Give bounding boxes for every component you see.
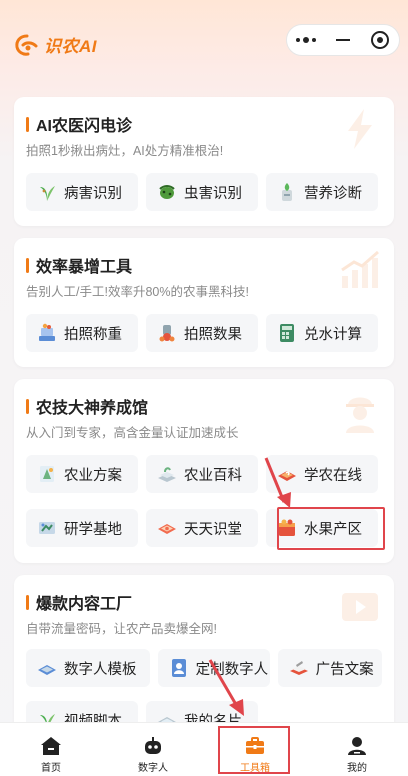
- tool-study-base[interactable]: 研学基地: [26, 509, 138, 547]
- section-subtitle: 自带流量密码，让农产品卖爆全网!: [26, 622, 217, 636]
- tab-mine[interactable]: 我的: [306, 723, 408, 776]
- tool-ad-copy[interactable]: 广告文案: [277, 649, 382, 687]
- tool-pest-recognition[interactable]: 虫害识别: [146, 173, 258, 211]
- section-subtitle: 告别人工/手工!效率升80%的农事黑科技!: [26, 285, 249, 299]
- tool-disease-recognition[interactable]: 病害识别: [26, 173, 138, 211]
- bottom-tab-bar: 首页 数字人 工具箱 我的: [0, 722, 408, 776]
- tool-custom-avatar[interactable]: 定制数字人: [157, 649, 270, 687]
- tab-toolbox[interactable]: 工具箱: [204, 723, 306, 776]
- section-title: AI农医闪电诊: [26, 113, 382, 135]
- daily-class-icon: [158, 524, 176, 534]
- lightning-icon: [348, 109, 372, 149]
- encyclopedia-icon: [158, 467, 176, 482]
- toolbox-tab-highlight-box: [218, 726, 290, 774]
- section-title: 爆款内容工厂: [26, 591, 382, 613]
- video-play-icon: [342, 593, 378, 621]
- study-base-icon: [39, 522, 55, 534]
- brand-name: 识农AI: [44, 37, 97, 56]
- tool-photo-weighing[interactable]: 拍照称重: [26, 314, 138, 352]
- section-ai-diagnosis: AI农医闪电诊 拍照1秒揪出病灶，AI处方精准根治! 病害识别 虫害识别 营养诊…: [14, 97, 394, 226]
- close-button[interactable]: [365, 27, 395, 53]
- tool-photo-fruit-count[interactable]: 拍照数果: [146, 314, 258, 352]
- template-icon: [38, 665, 56, 675]
- bug-icon: [159, 185, 175, 199]
- tool-daily-class[interactable]: 天天识堂: [146, 509, 258, 547]
- leaf-disease-icon: [40, 186, 55, 201]
- more-button[interactable]: [291, 27, 321, 53]
- ad-copy-icon: [289, 661, 308, 675]
- worker-icon: [346, 397, 374, 433]
- growth-chart-icon: [341, 250, 379, 288]
- scale-icon: [39, 323, 55, 341]
- minus-icon: [335, 38, 350, 42]
- target-icon: [371, 31, 390, 49]
- tool-nutrition-diagnosis[interactable]: 营养诊断: [266, 173, 378, 211]
- online-learning-icon: [278, 471, 296, 481]
- miniprogram-capsule: [286, 24, 400, 56]
- top-bar: 识农AI: [0, 0, 408, 88]
- nutrition-icon: [282, 183, 292, 201]
- section-efficiency-tools: 效率暴增工具 告别人工/手工!效率升80%的农事黑科技! 拍照称重 拍照数果 兑…: [14, 238, 394, 367]
- logo-mark-icon: [15, 34, 38, 56]
- tab-home[interactable]: 首页: [0, 723, 102, 776]
- section-subtitle: 拍照1秒揪出病灶，AI处方精准根治!: [26, 144, 224, 158]
- tool-online-learning[interactable]: 学农在线: [266, 455, 378, 493]
- custom-avatar-icon: [171, 659, 186, 677]
- tool-avatar-template[interactable]: 数字人模板: [26, 649, 150, 687]
- robot-icon: [145, 737, 161, 754]
- more-dots-icon: [295, 37, 316, 43]
- plan-icon: [40, 466, 54, 482]
- section-title: 效率暴增工具: [26, 254, 382, 276]
- calculator-icon: [280, 324, 294, 342]
- app-logo: 识农AI: [14, 32, 97, 57]
- section-title: 农技大神养成馆: [26, 395, 382, 417]
- profile-icon: [348, 737, 366, 755]
- tool-agri-plan[interactable]: 农业方案: [26, 455, 138, 493]
- section-content-factory: 爆款内容工厂 自带流量密码，让农产品卖爆全网! 数字人模板 定制数字人 广告文案…: [14, 575, 394, 739]
- section-subtitle: 从入门到专家，高含金量认证加速成长: [26, 426, 239, 440]
- tool-agri-encyclopedia[interactable]: 农业百科: [146, 455, 258, 493]
- home-icon: [41, 737, 61, 755]
- minimize-button[interactable]: [328, 27, 358, 53]
- tool-water-calculator[interactable]: 兑水计算: [266, 314, 378, 352]
- fruit-count-icon: [159, 325, 175, 342]
- tab-digital-human[interactable]: 数字人: [102, 723, 204, 776]
- fruit-region-highlight-box: [277, 507, 385, 550]
